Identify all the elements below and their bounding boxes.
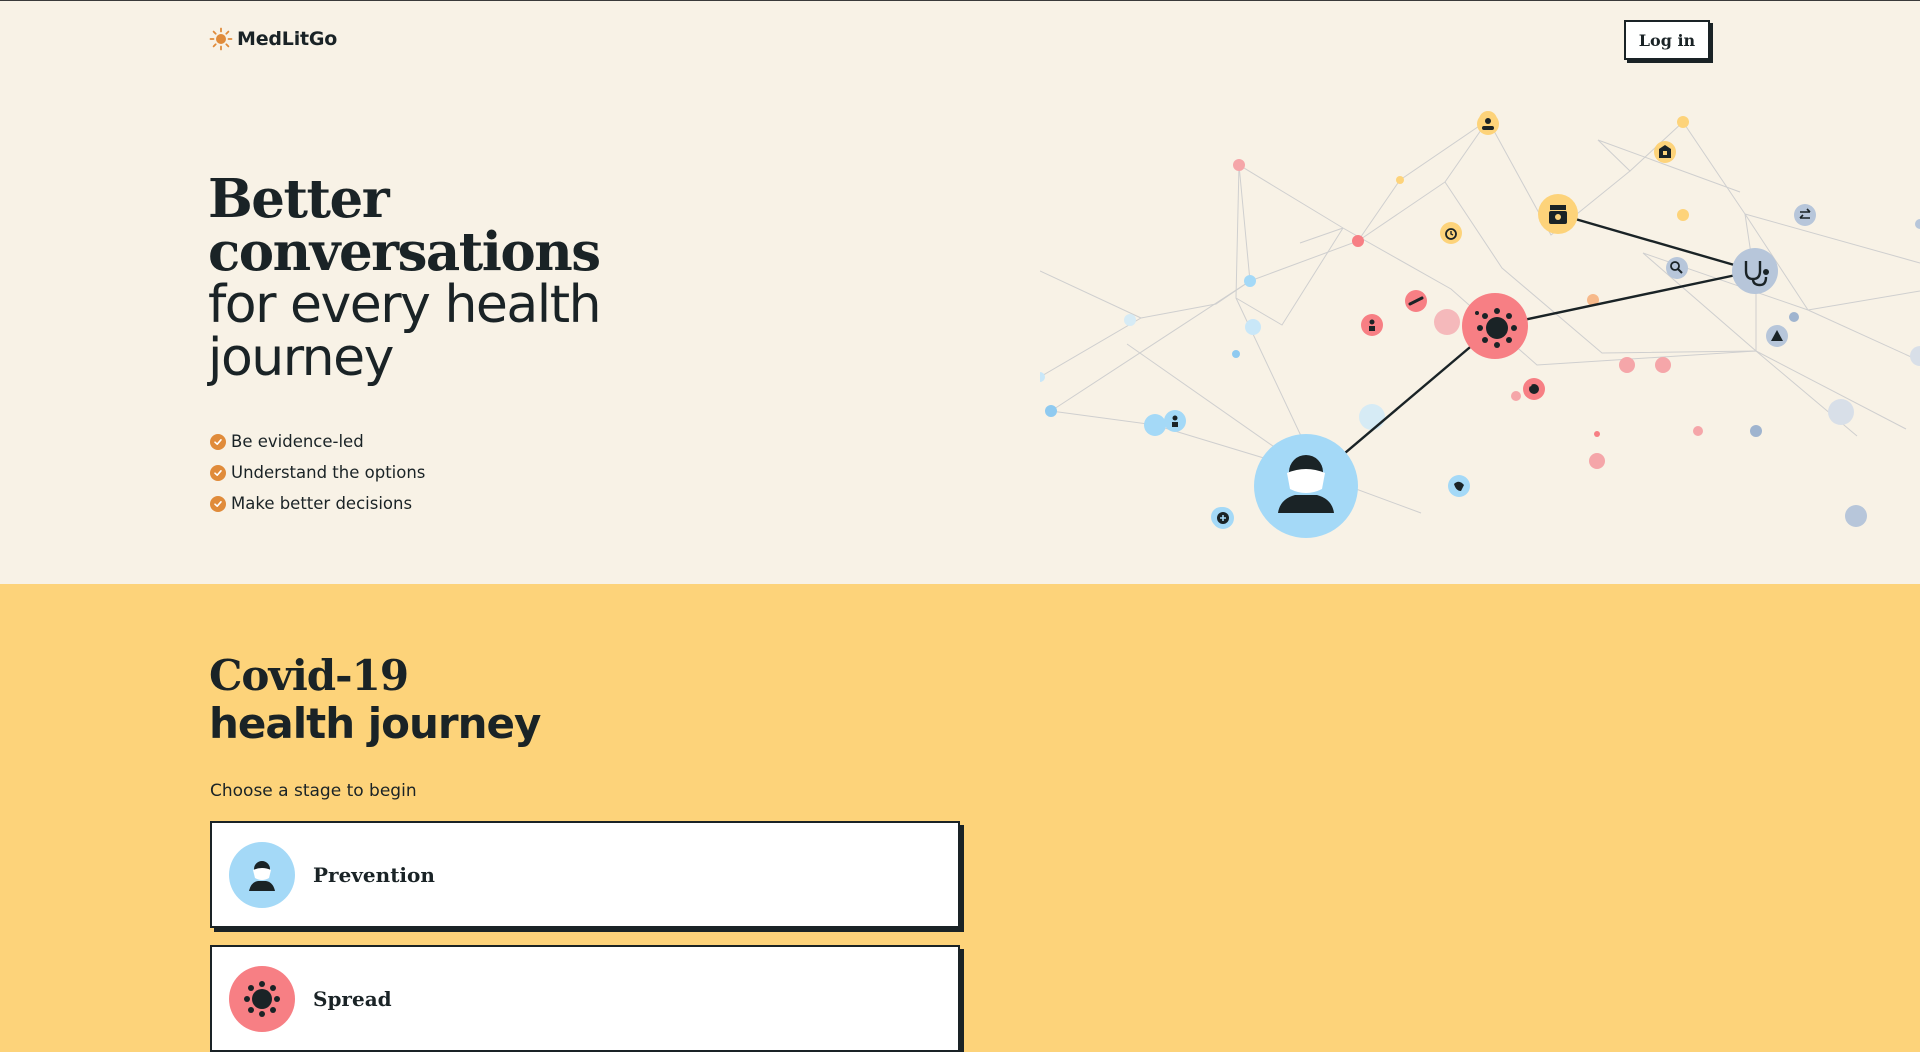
check-icon bbox=[210, 433, 226, 450]
login-button[interactable]: Log in bbox=[1624, 20, 1710, 60]
medicine-bottle-icon bbox=[1538, 194, 1578, 234]
globe-virus-icon bbox=[1523, 378, 1545, 400]
journey-title: Covid-19 health journey bbox=[209, 651, 541, 748]
benefit-label: Make better decisions bbox=[231, 494, 413, 513]
hero-title-bold: Better conversations bbox=[208, 168, 601, 283]
stage-prompt: Choose a stage to begin bbox=[210, 781, 417, 801]
benefit-label: Understand the options bbox=[231, 463, 426, 482]
person-info-icon bbox=[1164, 410, 1186, 432]
stage-label: Spread bbox=[313, 986, 392, 1011]
network-highlight-links bbox=[1305, 212, 1756, 487]
benefit-item: Make better decisions bbox=[210, 488, 425, 519]
sick-person-icon bbox=[1361, 314, 1383, 336]
health-network-illustration bbox=[1040, 111, 1920, 538]
person-mask-icon bbox=[229, 841, 295, 908]
hero-title: Better conversations for every health jo… bbox=[208, 173, 768, 385]
stethoscope-icon bbox=[1732, 248, 1778, 294]
person-mask-icon bbox=[1254, 434, 1358, 538]
search-icon bbox=[1666, 257, 1688, 279]
hospital-icon bbox=[1654, 141, 1676, 163]
doctor-icon bbox=[1477, 113, 1499, 135]
alert-icon bbox=[1766, 325, 1788, 347]
journey-title-bold: Covid-19 bbox=[209, 651, 409, 700]
hand-care-icon bbox=[1448, 475, 1470, 497]
stage-label: Prevention bbox=[313, 862, 435, 887]
clock-icon bbox=[1440, 222, 1462, 244]
stage-card-prevention[interactable]: Prevention bbox=[210, 821, 960, 928]
benefit-item: Understand the options bbox=[210, 457, 425, 488]
stage-card-spread[interactable]: Spread bbox=[210, 945, 960, 1052]
benefit-item: Be evidence-led bbox=[210, 426, 425, 457]
hero-title-light: for every health journey bbox=[208, 275, 602, 388]
check-icon bbox=[210, 495, 226, 512]
benefits-list: Be evidence-led Understand the options M… bbox=[210, 426, 425, 519]
benefit-label: Be evidence-led bbox=[231, 432, 364, 451]
transfer-icon bbox=[1794, 204, 1816, 226]
brand-logo[interactable]: MedLitGo bbox=[209, 27, 337, 51]
virus-icon bbox=[229, 965, 295, 1032]
first-aid-icon bbox=[1212, 507, 1234, 529]
journey-title-light: health journey bbox=[209, 699, 541, 748]
pill-icon bbox=[1405, 290, 1427, 312]
check-icon bbox=[210, 464, 226, 481]
brand-name: MedLitGo bbox=[237, 28, 338, 50]
virus-icon bbox=[1462, 293, 1528, 359]
hero-section: MedLitGo Log in Better conversations for… bbox=[0, 1, 1920, 584]
sun-logo-icon bbox=[209, 27, 233, 51]
